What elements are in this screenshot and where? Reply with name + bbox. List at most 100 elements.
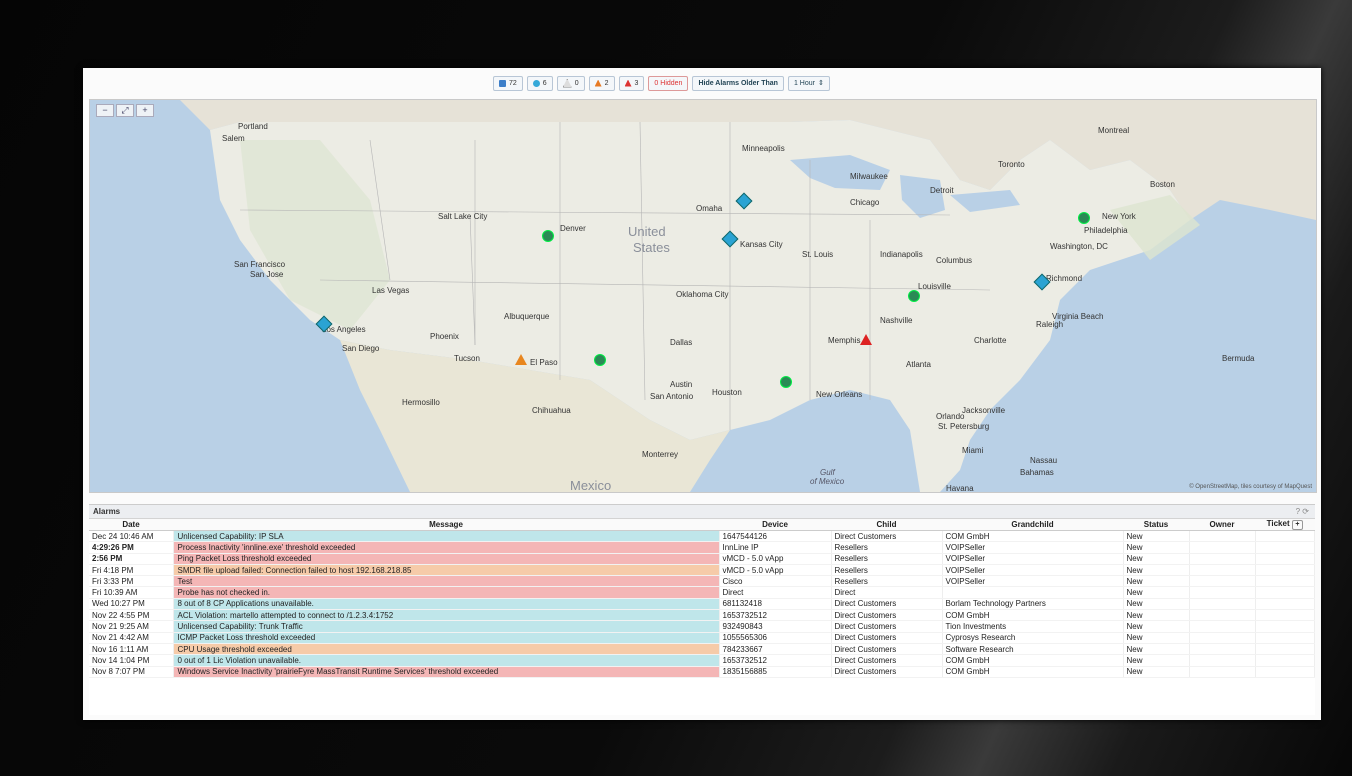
map-label-salem: Salem bbox=[222, 134, 245, 143]
alarm-row[interactable]: 4:29:26 PM Process Inactivity 'innline.ex… bbox=[89, 541, 1315, 554]
alarm-row[interactable]: Nov 8 7:07 PM Windows Service Inactivity … bbox=[89, 666, 1315, 678]
alarm-marker-ok[interactable] bbox=[908, 290, 920, 302]
hidden-alarms-button[interactable]: 0 Hidden bbox=[648, 75, 689, 91]
col-message[interactable]: Message bbox=[173, 519, 719, 531]
alarm-filter-bar: 72 6 0 2 3 0 Hidden Hide Alarms Older Th… bbox=[493, 75, 830, 91]
alarm-date: Nov 16 1:11 AM bbox=[89, 643, 174, 656]
col-status[interactable]: Status bbox=[1123, 519, 1189, 531]
alarm-ticket bbox=[1255, 620, 1315, 633]
alarm-grandchild: Borlam Technology Partners bbox=[942, 598, 1124, 611]
alarm-row[interactable]: Dec 24 10:46 AM Unlicensed Capability: IP… bbox=[89, 530, 1315, 543]
map-label-phoenix: Phoenix bbox=[430, 332, 459, 341]
map-label-philadelphia: Philadelphia bbox=[1084, 226, 1128, 235]
alarm-row[interactable]: Nov 16 1:11 AM CPU Usage threshold exceed… bbox=[89, 643, 1315, 656]
map-label-miami: Miami bbox=[962, 446, 984, 455]
alarm-row[interactable]: Fri 4:18 PM SMDR file upload failed: Conn… bbox=[89, 564, 1315, 577]
zoom-reset-button[interactable]: ⤢ bbox=[116, 104, 134, 117]
alarm-date: 4:29:26 PM bbox=[89, 541, 174, 554]
hide-older-button[interactable]: Hide Alarms Older Than bbox=[692, 75, 784, 91]
alarm-grandchild: VOIPSeller bbox=[942, 575, 1124, 588]
alarm-ticket bbox=[1255, 632, 1315, 644]
period-select[interactable]: 1 Hour ⇕ bbox=[787, 75, 830, 91]
alarm-device: 1055565306 bbox=[719, 632, 832, 644]
info-icon bbox=[499, 79, 506, 87]
map-label-united: United bbox=[628, 224, 666, 239]
filter-critical-button[interactable]: 3 bbox=[618, 75, 645, 91]
alarm-status: New bbox=[1123, 654, 1190, 667]
map-label-montreal: Montreal bbox=[1098, 126, 1130, 135]
alarm-marker-ok[interactable] bbox=[594, 354, 606, 366]
add-ticket-icon[interactable]: + bbox=[1291, 520, 1303, 530]
clear-icon bbox=[532, 79, 540, 87]
alarm-date: Fri 10:39 AM bbox=[89, 586, 174, 599]
zoom-out-button[interactable]: − bbox=[96, 104, 114, 117]
alarm-row[interactable]: 2:56 PM Ping Packet Loss threshold exceed… bbox=[89, 553, 1315, 565]
alarm-status: New bbox=[1123, 586, 1190, 599]
map-label-chihuahua: Chihuahua bbox=[532, 406, 571, 415]
alarm-ticket bbox=[1255, 553, 1315, 565]
zoom-in-button[interactable]: + bbox=[136, 104, 154, 117]
alarm-owner bbox=[1189, 643, 1256, 656]
map-label-el-paso: El Paso bbox=[530, 358, 558, 367]
col-grandchild[interactable]: Grandchild bbox=[942, 519, 1123, 531]
help-refresh-icons[interactable]: ? ⟳ bbox=[1296, 505, 1309, 518]
app-screen: 72 6 0 2 3 0 Hidden Hide Alarms Older Th… bbox=[83, 68, 1321, 720]
alarm-row[interactable]: Wed 10:27 PM 8 out of 8 CP Applications u… bbox=[89, 598, 1315, 611]
alarm-owner bbox=[1189, 620, 1256, 633]
alarm-device: vMCD - 5.0 vApp bbox=[719, 553, 832, 565]
alarm-status: New bbox=[1123, 643, 1190, 656]
alarm-device: 1653732512 bbox=[719, 609, 832, 622]
alarm-grandchild: COM GmbH bbox=[942, 530, 1124, 543]
alarm-device: InnLine IP bbox=[719, 541, 832, 554]
alarm-row[interactable]: Nov 22 4:55 PM ACL Violation: martello at… bbox=[89, 609, 1315, 622]
alarm-marker-ok[interactable] bbox=[780, 376, 792, 388]
alarm-ticket bbox=[1255, 609, 1315, 622]
filter-clear-button[interactable]: 6 bbox=[526, 75, 553, 91]
alarm-message: SMDR file upload failed: Connection fail… bbox=[173, 564, 720, 577]
major-count: 2 bbox=[604, 79, 609, 87]
alarm-owner bbox=[1189, 632, 1256, 644]
alarm-row[interactable]: Fri 10:39 AM Probe has not checked in. Dir… bbox=[89, 586, 1315, 599]
alarm-ticket bbox=[1255, 575, 1315, 588]
alarm-status: New bbox=[1123, 575, 1190, 588]
period-value: 1 Hour bbox=[793, 79, 815, 87]
map-label-kansas-city: Kansas City bbox=[740, 240, 783, 249]
alarm-date: Nov 21 9:25 AM bbox=[89, 620, 174, 633]
alarm-child: Direct Customers bbox=[831, 632, 943, 644]
alarm-date: Fri 3:33 PM bbox=[89, 575, 174, 588]
alarm-child: Direct Customers bbox=[831, 666, 943, 678]
filter-warning-button[interactable]: 0 bbox=[556, 75, 585, 91]
alarm-device: 932490843 bbox=[719, 620, 832, 633]
alarm-grandchild: Software Research bbox=[942, 643, 1124, 656]
map-label-albuquerque: Albuquerque bbox=[504, 312, 550, 321]
alarm-owner bbox=[1189, 586, 1256, 599]
alarm-map[interactable]: − ⤢ + United States Portland Salem San F… bbox=[89, 99, 1317, 493]
select-arrows-icon: ⇕ bbox=[817, 80, 824, 87]
alarm-row[interactable]: Nov 21 9:25 AM Unlicensed Capability: Tru… bbox=[89, 620, 1315, 633]
map-label-minneapolis: Minneapolis bbox=[742, 144, 785, 153]
alarm-row[interactable]: Nov 14 1:04 PM 0 out of 1 Lic Violation u… bbox=[89, 654, 1315, 667]
map-label-nashville: Nashville bbox=[880, 316, 913, 325]
critical-icon bbox=[624, 79, 632, 87]
map-label-milwaukee: Milwaukee bbox=[850, 172, 888, 181]
col-device[interactable]: Device bbox=[719, 519, 831, 531]
alarm-marker-ok[interactable] bbox=[1078, 212, 1090, 224]
map-label-gulf: Gulf bbox=[820, 468, 835, 477]
alarm-ticket bbox=[1255, 564, 1315, 577]
alarm-row[interactable]: Fri 3:33 PM Test Cisco Resellers VOIPSeller N… bbox=[89, 575, 1315, 588]
col-child[interactable]: Child bbox=[831, 519, 942, 531]
alarm-ticket bbox=[1255, 643, 1315, 656]
map-label-chicago: Chicago bbox=[850, 198, 880, 207]
col-date[interactable]: Date bbox=[89, 519, 173, 531]
alarm-marker-ok[interactable] bbox=[542, 230, 554, 242]
alarm-device: 1835156885 bbox=[719, 666, 832, 678]
alarm-grandchild: Cyprosys Research bbox=[942, 632, 1124, 644]
alarm-grandchild: COM GmbH bbox=[942, 654, 1124, 667]
filter-major-button[interactable]: 2 bbox=[588, 75, 615, 91]
alarm-row[interactable]: Nov 21 4:42 AM ICMP Packet Loss threshold… bbox=[89, 632, 1315, 644]
map-label-san-francisco: San Francisco bbox=[234, 260, 286, 269]
alarm-message: Process Inactivity 'innline.exe' thresho… bbox=[173, 541, 720, 554]
col-owner[interactable]: Owner bbox=[1189, 519, 1255, 531]
filter-info-button[interactable]: 72 bbox=[493, 75, 523, 91]
col-ticket[interactable]: Ticket + bbox=[1255, 519, 1315, 531]
